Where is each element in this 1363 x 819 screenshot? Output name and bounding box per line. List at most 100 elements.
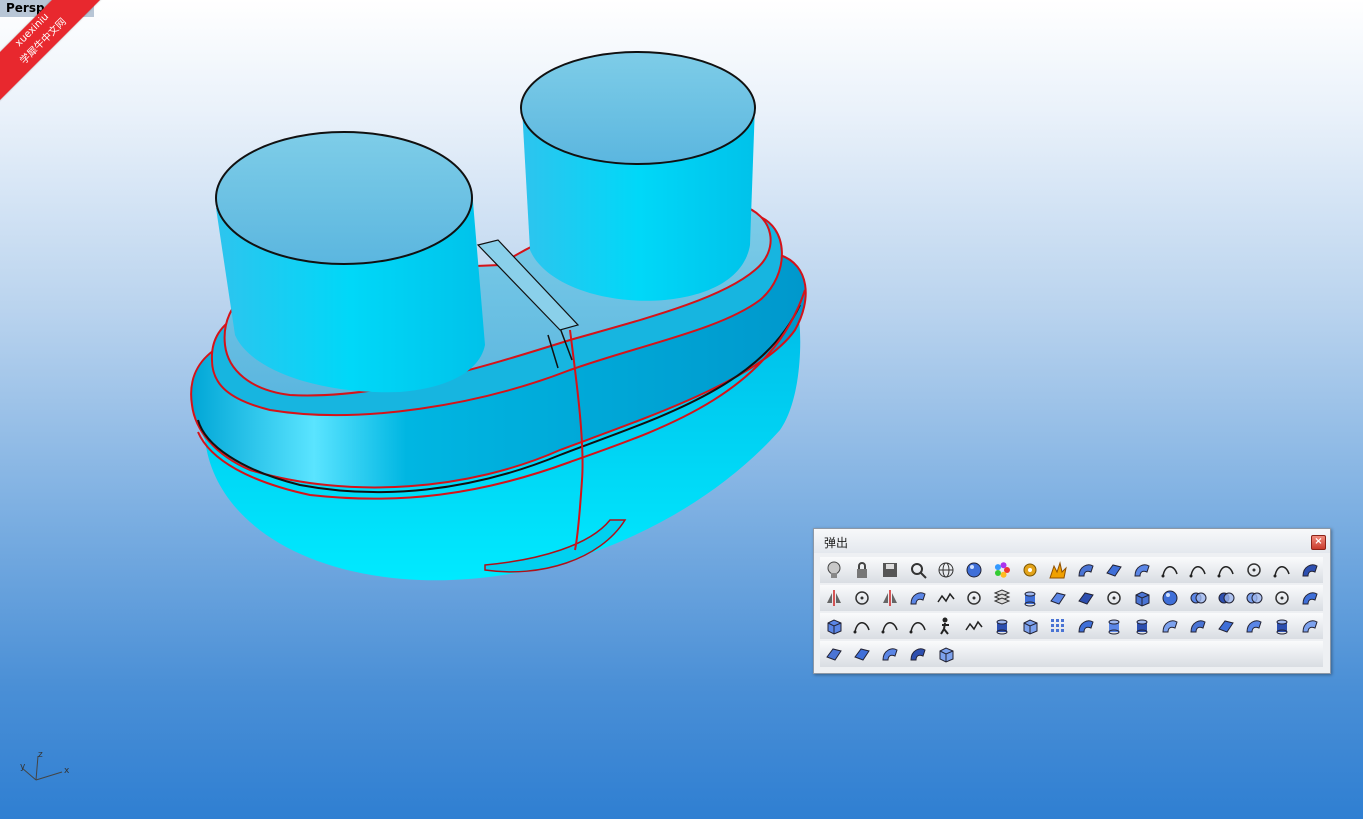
cylinder3-icon [1136, 619, 1148, 635]
close-button[interactable]: × [1311, 535, 1326, 550]
revolve-icon [1302, 564, 1318, 577]
revolve-button[interactable] [1298, 558, 1322, 582]
bend-button[interactable] [906, 586, 930, 610]
3d-model[interactable] [0, 0, 1363, 819]
toolbar-titlebar[interactable]: 弹出 × [814, 529, 1330, 553]
sphere-icon [1162, 590, 1178, 606]
layers-button[interactable] [990, 586, 1014, 610]
grid-button[interactable] [1046, 614, 1070, 638]
polyline2-button[interactable] [962, 614, 986, 638]
curve3-button[interactable] [906, 614, 930, 638]
plane3-button[interactable] [850, 642, 874, 666]
flag-icon [826, 648, 842, 661]
boolean-union-button[interactable] [1186, 586, 1210, 610]
arc-button[interactable] [1186, 558, 1210, 582]
light-bulb-button[interactable] [822, 558, 846, 582]
stack-button[interactable] [990, 614, 1014, 638]
plane2-button[interactable] [1074, 586, 1098, 610]
surface-patch-button[interactable] [1102, 558, 1126, 582]
lock-icon [857, 562, 867, 578]
swirl-button[interactable] [906, 642, 930, 666]
plane-button[interactable] [1046, 586, 1070, 610]
pipe-icon [1078, 564, 1094, 577]
save-button[interactable] [878, 558, 902, 582]
cylinder2-icon [1108, 619, 1120, 635]
boolean-diff-icon [1218, 592, 1235, 604]
circle2-button[interactable] [1102, 586, 1126, 610]
mirror-button[interactable] [822, 586, 846, 610]
curve2-button[interactable] [878, 614, 902, 638]
loft-button[interactable] [1298, 586, 1322, 610]
shell-button[interactable] [1018, 614, 1042, 638]
lock-button[interactable] [850, 558, 874, 582]
stack-icon [996, 619, 1008, 635]
door-button[interactable] [934, 642, 958, 666]
zoom-window-button[interactable] [906, 558, 930, 582]
boolean-diff-button[interactable] [1214, 586, 1238, 610]
door-icon [939, 647, 954, 663]
boolean-intersect-icon [1246, 592, 1263, 604]
solid-box-button[interactable] [822, 614, 846, 638]
pipe3-button[interactable] [1186, 614, 1210, 638]
color-wheel-button[interactable] [990, 558, 1014, 582]
explode-button[interactable] [1046, 558, 1070, 582]
box-button[interactable] [1130, 586, 1154, 610]
shaded-sphere-button[interactable] [962, 558, 986, 582]
solid-box-icon [827, 619, 842, 635]
axis-indicator: y z x [16, 748, 76, 792]
sheet-button[interactable] [1214, 614, 1238, 638]
cylinder3-button[interactable] [1130, 614, 1154, 638]
twist-button[interactable] [878, 642, 902, 666]
curve-button[interactable] [850, 614, 874, 638]
toolbar-row [820, 641, 1323, 667]
cylinder-icon [1024, 591, 1036, 607]
shaded-sphere-icon [966, 562, 982, 578]
sweep-button[interactable] [1130, 558, 1154, 582]
plane-icon [1050, 592, 1066, 605]
color-wheel-icon [994, 562, 1010, 578]
surface-patch-icon [1106, 564, 1122, 577]
arch-button[interactable] [1270, 558, 1294, 582]
bend2-button[interactable] [1074, 614, 1098, 638]
grid-icon [1051, 619, 1064, 632]
circle-numbered-button[interactable] [1270, 586, 1294, 610]
save-icon [883, 563, 897, 577]
wireframe-sphere-button[interactable] [934, 558, 958, 582]
twist-icon [882, 648, 898, 661]
box-icon [1135, 591, 1150, 607]
arch-icon [1273, 566, 1290, 578]
flag-button[interactable] [822, 642, 846, 666]
sweep-icon [1134, 564, 1150, 577]
cap-icon [1276, 619, 1288, 635]
pipe2-button[interactable] [1158, 614, 1182, 638]
rail-button[interactable] [1158, 558, 1182, 582]
sphere-button[interactable] [1158, 586, 1182, 610]
blend-button[interactable] [1214, 558, 1238, 582]
popup-toolbar-window[interactable]: 弹出 × [813, 528, 1331, 674]
control-points-button[interactable] [850, 586, 874, 610]
split-button[interactable] [878, 586, 902, 610]
points-button[interactable] [1242, 558, 1266, 582]
zoom-window-icon [911, 563, 927, 579]
cap-button[interactable] [1270, 614, 1294, 638]
mirror-icon [827, 590, 841, 606]
toolbar-row [820, 557, 1323, 583]
curve2-icon [881, 622, 898, 634]
axis-label-y: y [20, 762, 26, 772]
cylinder-button[interactable] [1018, 586, 1042, 610]
pipe-button[interactable] [1074, 558, 1098, 582]
bend2-icon [1078, 620, 1094, 633]
circle-icon [967, 591, 981, 605]
gear-button[interactable] [1018, 558, 1042, 582]
cylinder2-button[interactable] [1102, 614, 1126, 638]
shell-icon [1023, 619, 1038, 635]
wireframe-sphere-icon [938, 562, 954, 578]
toolbar-row [820, 585, 1323, 611]
boolean-intersect-button[interactable] [1242, 586, 1266, 610]
walker-button[interactable] [934, 614, 958, 638]
funnel-button[interactable] [1242, 614, 1266, 638]
fold-button[interactable] [1298, 614, 1322, 638]
polyline-button[interactable] [934, 586, 958, 610]
explode-icon [1049, 561, 1067, 579]
circle-button[interactable] [962, 586, 986, 610]
